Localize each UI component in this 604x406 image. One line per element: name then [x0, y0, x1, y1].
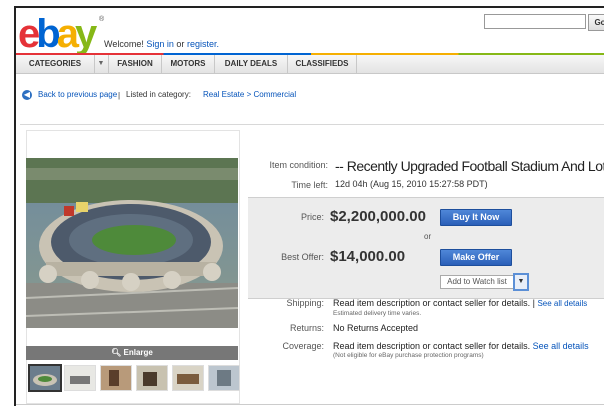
welcome-prefix: Welcome! [104, 39, 144, 49]
make-offer-button[interactable]: Make Offer [440, 249, 512, 266]
coverage-label: Coverage: [282, 341, 324, 351]
time-left-value: 12d 04h (Aug 15, 2010 15:27:58 PDT) [335, 179, 488, 189]
register-link[interactable]: register. [187, 39, 219, 49]
thumbnail-4[interactable] [136, 365, 168, 391]
chevron-down-icon[interactable]: ▼ [94, 55, 109, 73]
category-nav-bar: CATEGORIES ▼ FASHION MOTORS DAILY DEALS … [16, 55, 604, 74]
main-item-photo[interactable] [26, 158, 238, 328]
thumbnail-6[interactable] [208, 365, 240, 391]
nav-categories[interactable]: CATEGORIES [16, 55, 95, 73]
buy-it-now-button[interactable]: Buy It Now [440, 209, 512, 226]
nav-classifieds[interactable]: CLASSIFIEDS [288, 55, 357, 73]
nav-fashion[interactable]: FASHION [109, 55, 162, 73]
shipping-separator: | [532, 298, 535, 308]
price-value: $2,200,000.00 [330, 208, 426, 225]
sign-in-link[interactable]: Sign in [146, 39, 174, 49]
thumbnail-photo [101, 366, 131, 390]
shipping-text: Read item description or contact seller … [333, 298, 531, 308]
shipping-note: Estimated delivery time varies. [333, 310, 422, 317]
returns-label: Returns: [289, 323, 324, 333]
add-to-watch-list-button[interactable]: Add to Watch list [440, 275, 514, 289]
item-condition-label: Item condition: [269, 160, 328, 170]
thumbnail-3[interactable] [100, 365, 132, 391]
welcome-or: or [176, 39, 185, 49]
thumbnail-photo [30, 366, 60, 390]
back-to-previous-link[interactable]: Back to previous page [38, 90, 117, 99]
enlarge-button[interactable]: 🔍︎ Enlarge [26, 346, 238, 360]
logo-letter-y: y [74, 12, 97, 56]
browser-page: ebay ® Welcome! Sign in or register. Go … [14, 6, 604, 406]
coverage-text: Read item description or contact seller … [333, 341, 531, 351]
nav-motors[interactable]: MOTORS [162, 55, 215, 73]
thumbnail-2[interactable] [64, 365, 96, 391]
back-arrow-icon[interactable]: ◀ [22, 90, 32, 100]
shipping-value: Read item description or contact seller … [333, 298, 587, 308]
trademark-symbol: ® [99, 16, 105, 23]
or-separator: or [424, 232, 432, 241]
stadium-photo [26, 158, 238, 328]
logo-letter-b: b [36, 12, 61, 56]
search-go-button[interactable]: Go [588, 14, 604, 31]
welcome-message: Welcome! Sign in or register. [104, 39, 219, 49]
item-title: -- Recently Upgraded Football Stadium An… [335, 158, 604, 174]
thumbnail-photo [209, 366, 239, 390]
thumbnail-photo [173, 366, 203, 390]
listed-in-label: Listed in category: [126, 90, 191, 99]
coverage-value: Read item description or contact seller … [333, 341, 589, 351]
enlarge-label: Enlarge [123, 348, 153, 357]
category-breadcrumb-link[interactable]: Real Estate > Commercial [203, 90, 296, 99]
thumbnail-1[interactable] [28, 364, 62, 392]
breadcrumb-separator: | [118, 91, 121, 100]
section-divider [20, 124, 604, 125]
thumbnail-photo [137, 366, 167, 390]
coverage-see-all-details-link[interactable]: See all details [533, 341, 589, 351]
best-offer-value: $14,000.00 [330, 248, 406, 265]
best-offer-label: Best Offer: [281, 252, 324, 262]
page-bottom-divider [16, 404, 604, 405]
chevron-down-icon[interactable]: ▼ [513, 273, 529, 291]
ebay-logo[interactable]: ebay [18, 12, 97, 56]
logo-letter-a: a [56, 12, 79, 56]
thumbnail-photo [65, 366, 95, 390]
magnifier-icon: 🔍︎ [111, 348, 122, 357]
price-label: Price: [300, 212, 324, 222]
coverage-note: (Not eligible for eBay purchase protecti… [333, 352, 484, 359]
returns-value: No Returns Accepted [333, 323, 419, 333]
shipping-label: Shipping: [286, 298, 324, 308]
nav-daily-deals[interactable]: DAILY DEALS [215, 55, 288, 73]
time-left-label: Time left: [291, 180, 328, 190]
see-all-details-link[interactable]: See all details [537, 299, 587, 308]
thumbnail-5[interactable] [172, 365, 204, 391]
logo-letter-e: e [18, 12, 40, 56]
search-input[interactable] [484, 14, 586, 29]
